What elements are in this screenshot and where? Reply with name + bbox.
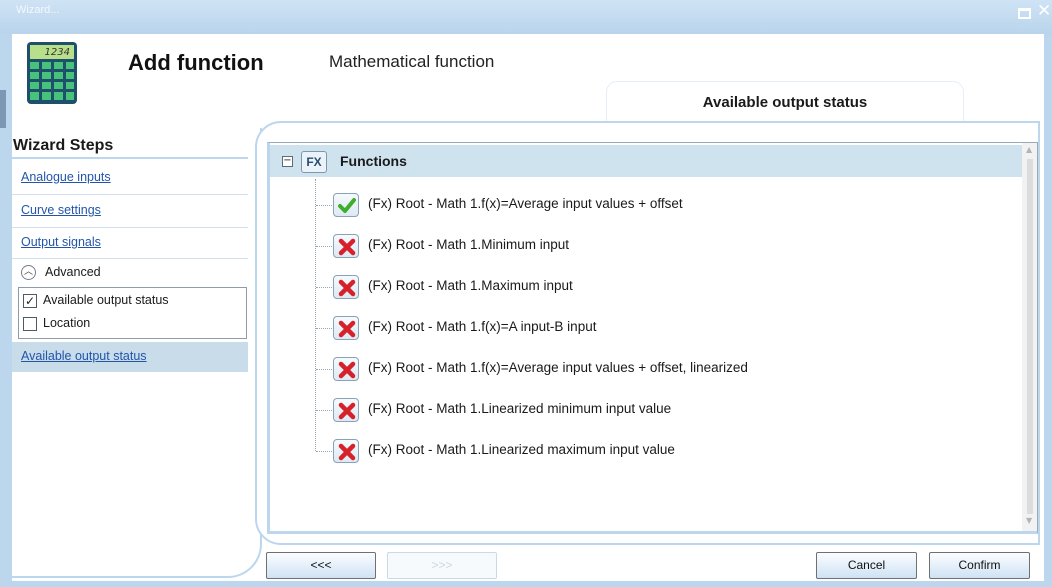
next-button[interactable]: >>> [387, 552, 497, 579]
divider [12, 157, 248, 159]
tree-item[interactable]: (Fx) Root - Math 1.Maximum input [270, 272, 1022, 302]
functions-tree: − FX Functions (Fx) Root - Math 1.f(x)=A… [267, 142, 1038, 534]
collapse-minus-icon[interactable]: − [282, 156, 293, 167]
divider [12, 194, 248, 195]
tab-available-output-status[interactable]: Available output status [607, 82, 963, 122]
back-button[interactable]: <<< [266, 552, 376, 579]
calculator-display: 1234 [45, 47, 70, 58]
x-icon[interactable] [333, 439, 359, 463]
active-step-label[interactable]: Available output status [21, 349, 147, 363]
step-link-available-output-status[interactable]: Available output status [12, 342, 248, 372]
tree-item[interactable]: (Fx) Root - Math 1.Minimum input [270, 231, 1022, 261]
tree-connector-line [316, 451, 332, 452]
tree-item[interactable]: (Fx) Root - Math 1.f(x)=A input-B input [270, 313, 1022, 343]
tree-root-label: Functions [340, 153, 407, 169]
window-title-bar: Wizard... ✕ [0, 0, 1052, 34]
tree-item[interactable]: (Fx) Root - Math 1.Linearized maximum in… [270, 436, 1022, 466]
tree-item-label: (Fx) Root - Math 1.Linearized maximum in… [368, 442, 675, 457]
tree-item-label: (Fx) Root - Math 1.f(x)=A input-B input [368, 319, 597, 334]
tree-connector-line [316, 246, 332, 247]
divider [12, 258, 248, 259]
tree-root-row[interactable]: − FX Functions [270, 145, 1022, 177]
fx-icon: FX [301, 151, 327, 173]
tree-connector-line [316, 205, 332, 206]
advanced-label: Advanced [45, 265, 101, 279]
divider [12, 227, 248, 228]
left-edge-accent [0, 90, 6, 128]
tree-item[interactable]: (Fx) Root - Math 1.f(x)=Average input va… [270, 354, 1022, 384]
x-icon[interactable] [333, 316, 359, 340]
window-title: Wizard... [16, 4, 60, 16]
step-link-analogue-inputs[interactable]: Analogue inputs [21, 170, 111, 184]
tree-item-label: (Fx) Root - Math 1.f(x)=Average input va… [368, 360, 748, 375]
tree-connector-line [316, 369, 332, 370]
advanced-options-box: ✓ Available output status Location [18, 287, 247, 339]
x-icon[interactable] [333, 357, 359, 381]
tree-item-label: (Fx) Root - Math 1.Maximum input [368, 278, 573, 293]
tree-item-label: (Fx) Root - Math 1.Linearized minimum in… [368, 401, 672, 416]
option-label: Location [43, 316, 91, 330]
option-label: Available output status [43, 293, 169, 307]
x-icon[interactable] [333, 234, 359, 258]
tree-connector-line [316, 410, 332, 411]
tree-connector-line [316, 328, 332, 329]
check-icon[interactable] [333, 193, 359, 217]
step-link-output-signals[interactable]: Output signals [21, 235, 101, 249]
scroll-up-arrow-icon[interactable]: ▲ [1026, 145, 1032, 154]
close-button[interactable]: ✕ [1037, 1, 1051, 21]
x-icon[interactable] [333, 275, 359, 299]
step-link-curve-settings[interactable]: Curve settings [21, 203, 101, 217]
tree-item-label: (Fx) Root - Math 1.f(x)=Average input va… [368, 196, 683, 211]
scrollbar-track[interactable] [1027, 159, 1033, 514]
scroll-down-arrow-icon[interactable]: ▼ [1026, 516, 1032, 525]
checkbox-unchecked[interactable] [23, 317, 37, 331]
collapse-chevron-up-icon[interactable]: ︿ [21, 265, 36, 280]
vertical-scrollbar[interactable]: ▲ ▼ [1022, 143, 1037, 531]
tree-item-label: (Fx) Root - Math 1.Minimum input [368, 237, 570, 252]
x-icon[interactable] [333, 398, 359, 422]
page-title: Add function [128, 50, 264, 75]
page-subtitle: Mathematical function [329, 52, 495, 71]
tree-connector-line [316, 287, 332, 288]
confirm-button[interactable]: Confirm [929, 552, 1030, 579]
advanced-section-header[interactable]: ︿ Advanced [18, 262, 248, 284]
wizard-steps-title: Wizard Steps [13, 137, 114, 154]
maximize-button[interactable] [1018, 8, 1031, 19]
cancel-button[interactable]: Cancel [816, 552, 917, 579]
checkbox-checked[interactable]: ✓ [23, 294, 37, 308]
calculator-icon: 1234 [27, 42, 77, 104]
tree-item[interactable]: (Fx) Root - Math 1.f(x)=Average input va… [270, 190, 1022, 220]
tree-item[interactable]: (Fx) Root - Math 1.Linearized minimum in… [270, 395, 1022, 425]
